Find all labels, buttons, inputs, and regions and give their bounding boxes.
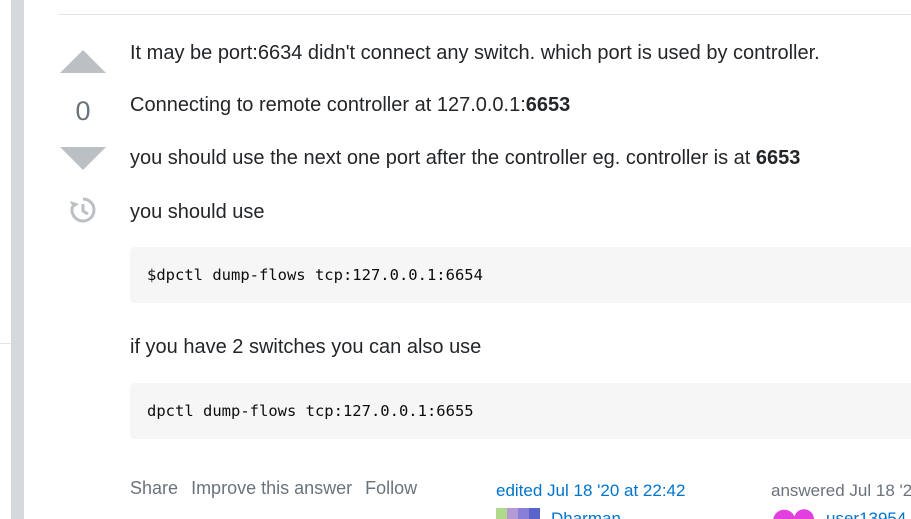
post-paragraph: you should use the next one port after t… — [130, 145, 800, 171]
post-paragraph: you should use — [130, 201, 265, 223]
avatar[interactable] — [496, 508, 540, 519]
answer-page: 0 It may be port:6634 didn't connect any… — [0, 0, 911, 519]
post-paragraph: It may be port:6634 didn't connect any s… — [130, 42, 820, 64]
post-text: you should use the next one port after t… — [130, 147, 756, 169]
answered-timestamp: answered Jul 18 '20 — [771, 481, 911, 500]
port-number: 6653 — [755, 147, 801, 169]
avatar[interactable] — [771, 508, 815, 519]
left-rail — [11, 0, 24, 519]
arrow-down-icon[interactable] — [60, 147, 106, 170]
post-paragraph: Connecting to remote controller at 127.0… — [130, 92, 570, 118]
edited-signature: edited Jul 18 '20 at 22:42 Dharman — [496, 480, 685, 519]
post-text: Connecting to remote controller at 127.0… — [130, 94, 526, 116]
edited-link[interactable]: edited Jul 18 '20 at 22:42 — [496, 481, 685, 500]
top-divider — [58, 14, 911, 15]
answerer-name-link[interactable]: user13954 — [826, 508, 906, 519]
answered-signature: answered Jul 18 '20 user13954 — [771, 480, 911, 519]
left-divider — [0, 343, 11, 344]
follow-link[interactable]: Follow — [365, 478, 417, 498]
vote-count: 0 — [75, 96, 91, 126]
arrow-up-icon[interactable] — [60, 50, 106, 73]
code-block: dpctl dump-flows tcp:127.0.0.1:6655 — [130, 383, 911, 439]
code-block: $dpctl dump-flows tcp:127.0.0.1:6654 — [130, 247, 911, 303]
port-number: 6653 — [525, 94, 571, 116]
post-menu: Share Improve this answer Follow — [130, 477, 425, 499]
history-icon[interactable] — [68, 195, 98, 225]
editor-name-link[interactable]: Dharman — [551, 508, 621, 519]
post-paragraph: if you have 2 switches you can also use — [130, 336, 482, 358]
improve-answer-link[interactable]: Improve this answer — [191, 478, 352, 498]
share-link[interactable]: Share — [130, 478, 178, 498]
